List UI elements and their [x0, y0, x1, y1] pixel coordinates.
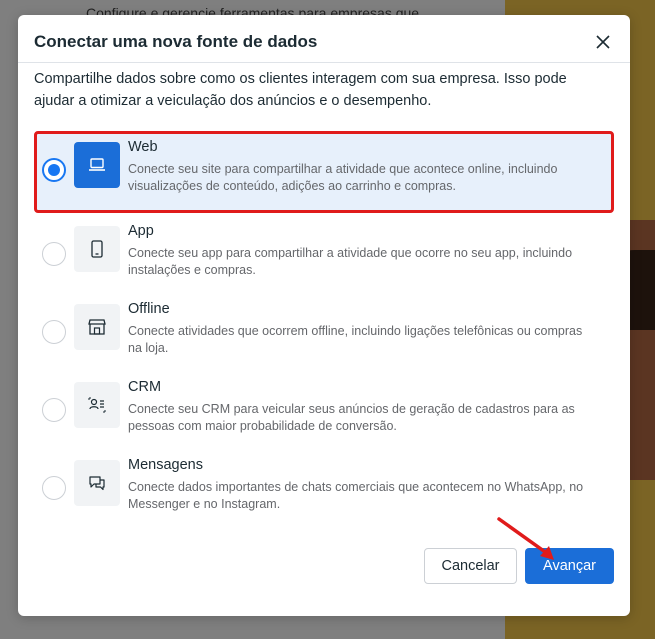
chat-icon: [74, 460, 120, 506]
laptop-icon: [74, 142, 120, 188]
source-options: Web Conecte seu site para compartilhar a…: [34, 131, 614, 529]
radio-app[interactable]: [42, 242, 66, 266]
option-offline[interactable]: Offline Conecte atividades que ocorrem o…: [34, 295, 614, 373]
option-title: App: [128, 223, 154, 239]
close-button[interactable]: [592, 31, 614, 53]
option-description: Conecte dados importantes de chats comer…: [128, 480, 584, 511]
annotation-arrow-icon: [497, 517, 554, 560]
radio-web[interactable]: [42, 158, 66, 182]
option-crm[interactable]: CRM Conecte seu CRM para veicular seus a…: [34, 373, 614, 451]
option-app[interactable]: App Conecte seu app para compartilhar a …: [34, 217, 614, 295]
option-description: Conecte seu app para compartilhar a ativ…: [128, 246, 573, 277]
dialog-title: Conectar uma nova fonte de dados: [34, 32, 318, 51]
radio-crm[interactable]: [42, 398, 66, 422]
radio-mensagens[interactable]: [42, 476, 66, 500]
close-icon: [596, 35, 610, 49]
option-web[interactable]: Web Conecte seu site para compartilhar a…: [34, 131, 614, 213]
option-title: CRM: [128, 379, 162, 395]
dialog-description: Compartilhe dados sobre como os clientes…: [34, 71, 567, 109]
option-description: Conecte seu CRM para veicular seus anúnc…: [128, 402, 575, 433]
option-description: Conecte atividades que ocorrem offline, …: [128, 324, 583, 355]
header-divider: [18, 62, 630, 63]
radio-offline[interactable]: [42, 320, 66, 344]
option-description: Conecte seu site para compartilhar a ati…: [128, 162, 558, 193]
crm-icon: [74, 382, 120, 428]
phone-icon: [74, 226, 120, 272]
option-title: Offline: [128, 301, 170, 317]
option-title: Web: [128, 139, 158, 155]
option-title: Mensagens: [128, 457, 203, 473]
store-icon: [74, 304, 120, 350]
